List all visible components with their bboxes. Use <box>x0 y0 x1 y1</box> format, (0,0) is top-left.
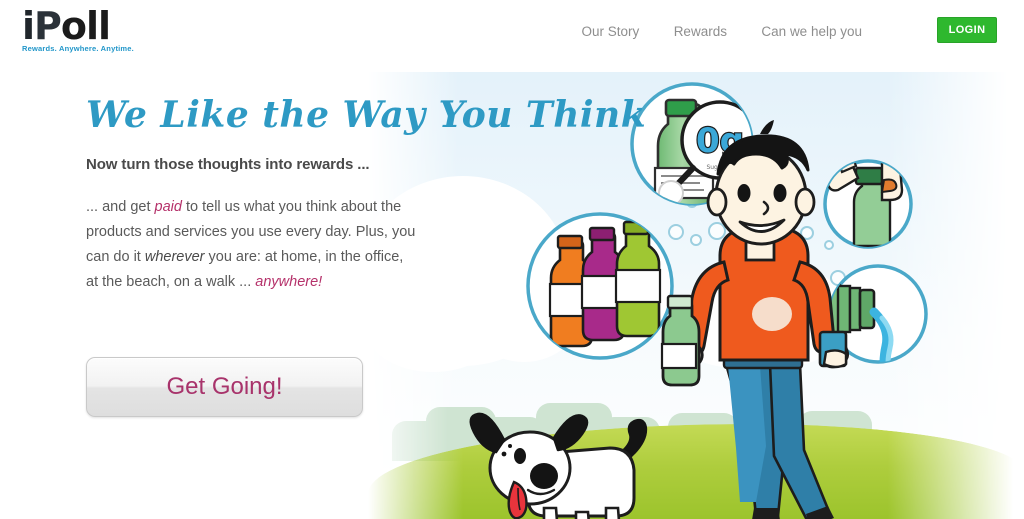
nav-item-rewards[interactable]: Rewards <box>674 20 727 44</box>
main-navigation: Our Story Rewards Can we help you <box>581 20 862 44</box>
logo-letters-oll: oll <box>60 4 111 48</box>
body-emphasis-anywhere: anywhere! <box>255 274 323 290</box>
nav-item-can-we-help-you[interactable]: Can we help you <box>761 20 862 44</box>
logo[interactable]: iPoll Rewards. Anywhere. Anytime. <box>22 6 162 58</box>
body-emphasis-paid: paid <box>154 199 182 215</box>
thought-bubble-three-bottles <box>526 212 674 360</box>
nav-item-our-story[interactable]: Our Story <box>581 20 639 44</box>
ipoll-landing-page: iPoll Rewards. Anywhere. Anytime. Our St… <box>0 0 1024 519</box>
logo-letter-p: P <box>34 4 62 48</box>
logo-letter-i: i <box>22 4 35 48</box>
page-title: We Like the Way You Think <box>86 94 647 136</box>
hero-copy: We Like the Way You Think Now turn those… <box>86 92 647 295</box>
thought-bubble-opening-cap <box>823 159 913 249</box>
login-button[interactable]: LOGIN <box>937 17 997 43</box>
dog-character <box>469 412 648 519</box>
hero-subheading: Now turn those thoughts into rewards ... <box>86 156 370 173</box>
hero-body-text: ... and get paid to tell us what you thi… <box>86 195 416 295</box>
logo-tagline: Rewards. Anywhere. Anytime. <box>22 44 134 53</box>
logo-wordmark: iPoll <box>22 6 162 46</box>
body-emphasis-wherever: wherever <box>144 249 205 265</box>
body-seg-1: ... and get <box>86 199 155 215</box>
site-header: iPoll Rewards. Anywhere. Anytime. Our St… <box>0 0 1024 72</box>
get-going-button[interactable]: Get Going! <box>86 357 363 417</box>
